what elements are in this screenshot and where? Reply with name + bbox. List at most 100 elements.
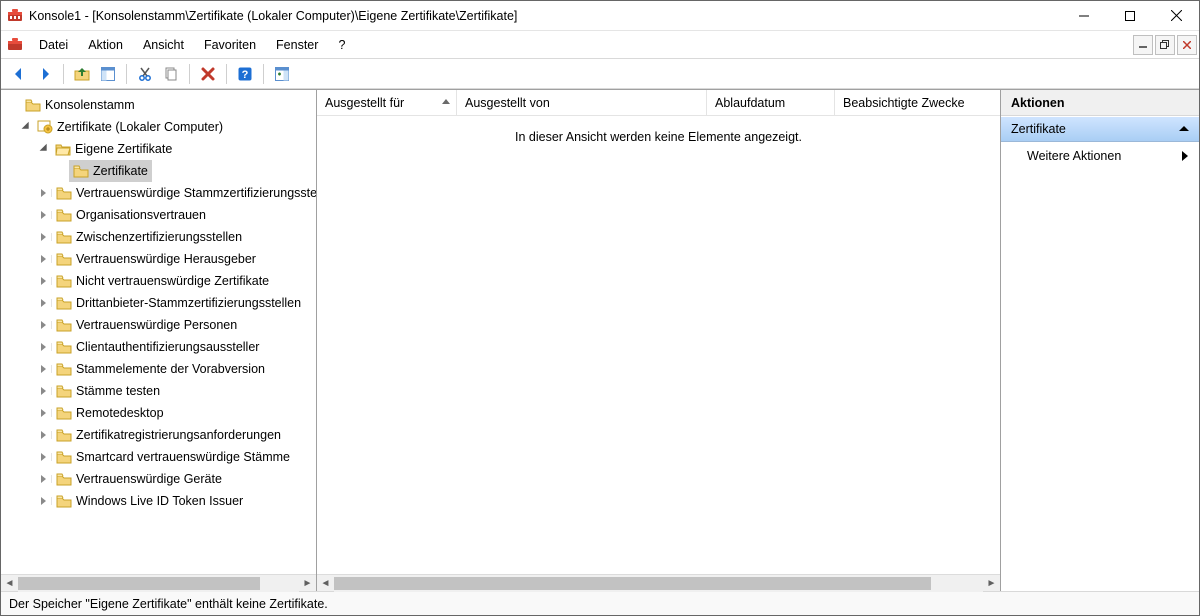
- tree-root-label: Konsolenstamm: [45, 94, 135, 116]
- tree-folder-node[interactable]: Remotedesktop: [52, 402, 168, 424]
- toolbar-separator: [263, 64, 264, 84]
- help-button[interactable]: ?: [233, 62, 257, 86]
- tree-twisty-collapsed[interactable]: [35, 299, 52, 307]
- delete-button[interactable]: [196, 62, 220, 86]
- tree-folder-label: Vertrauenswürdige Herausgeber: [76, 248, 256, 270]
- copy-button[interactable]: [159, 62, 183, 86]
- svg-text:?: ?: [242, 69, 249, 81]
- tree-twisty-collapsed[interactable]: [35, 321, 52, 329]
- maximize-button[interactable]: [1107, 1, 1153, 31]
- menu-help[interactable]: ?: [328, 34, 355, 56]
- tree-folder-node[interactable]: Smartcard vertrauenswürdige Stämme: [52, 446, 294, 468]
- show-hide-tree-button[interactable]: [96, 62, 120, 86]
- menu-favoriten[interactable]: Favoriten: [194, 34, 266, 56]
- list-body[interactable]: In dieser Ansicht werden keine Elemente …: [317, 116, 1000, 574]
- tree-twisty-collapsed[interactable]: [35, 365, 52, 373]
- tree-twisty-expanded[interactable]: [35, 144, 51, 154]
- tree-folder-label: Vertrauenswürdige Stammzertifizierungsst…: [76, 182, 316, 204]
- toolbar-separator: [226, 64, 227, 84]
- actions-more-label: Weitere Aktionen: [1027, 149, 1121, 163]
- menu-datei[interactable]: Datei: [29, 34, 78, 56]
- tree-h-scrollbar[interactable]: ◄ ►: [1, 574, 316, 591]
- mdi-controls: [1133, 31, 1199, 58]
- tree-folder-node[interactable]: Zwischenzertifizierungsstellen: [52, 226, 246, 248]
- scroll-left-icon[interactable]: ◄: [1, 575, 18, 592]
- actions-section[interactable]: Zertifikate: [1001, 116, 1199, 142]
- tree-twisty-collapsed[interactable]: [35, 277, 52, 285]
- tree-twisty-collapsed[interactable]: [35, 409, 52, 417]
- folder-icon: [56, 207, 72, 223]
- tree-folder-label: Zertifikatregistrierungsanforderungen: [76, 424, 281, 446]
- tree-twisty-collapsed[interactable]: [35, 343, 52, 351]
- tree-twisty-collapsed[interactable]: [35, 387, 52, 395]
- tree-folder-node[interactable]: Vertrauenswürdige Stammzertifizierungsst…: [52, 182, 316, 204]
- toolbar: ?: [1, 59, 1199, 89]
- tree-folder-node[interactable]: Stammelemente der Vorabversion: [52, 358, 269, 380]
- tree-folder-node[interactable]: Vertrauenswürdige Herausgeber: [52, 248, 260, 270]
- tree-folder-label: Drittanbieter-Stammzertifizierungsstelle…: [76, 292, 301, 314]
- tree-personal[interactable]: Eigene Zertifikate: [51, 138, 176, 160]
- back-button[interactable]: [7, 62, 31, 86]
- tree-root[interactable]: Konsolenstamm: [21, 94, 139, 116]
- tree-twisty-collapsed[interactable]: [35, 255, 52, 263]
- tree-folder-label: Remotedesktop: [76, 402, 164, 424]
- list-h-scrollbar[interactable]: ◄ ►: [317, 574, 1000, 591]
- tree-folder-label: Stammelemente der Vorabversion: [76, 358, 265, 380]
- column-headers: Ausgestellt für Ausgestellt von Ablaufda…: [317, 90, 1000, 116]
- actions-more-link[interactable]: Weitere Aktionen: [1001, 142, 1199, 170]
- col-issued-by[interactable]: Ausgestellt von: [457, 90, 707, 115]
- minimize-button[interactable]: [1061, 1, 1107, 31]
- actions-body: [1001, 170, 1199, 591]
- col-issued-to[interactable]: Ausgestellt für: [317, 90, 457, 115]
- col-purposes[interactable]: Beabsichtigte Zwecke: [835, 90, 1000, 115]
- tree-twisty-collapsed[interactable]: [35, 189, 52, 197]
- tree-folder-node[interactable]: Zertifikatregistrierungsanforderungen: [52, 424, 285, 446]
- tree-folder-node[interactable]: Clientauthentifizierungsaussteller: [52, 336, 263, 358]
- tree-folder-label: Nicht vertrauenswürdige Zertifikate: [76, 270, 269, 292]
- tree-folder-node[interactable]: Vertrauenswürdige Geräte: [52, 468, 226, 490]
- tree-folder-node[interactable]: Nicht vertrauenswürdige Zertifikate: [52, 270, 273, 292]
- folder-icon: [56, 185, 72, 201]
- tree-twisty-collapsed[interactable]: [35, 211, 52, 219]
- tree-folder-node[interactable]: Organisationsvertrauen: [52, 204, 210, 226]
- menu-fenster[interactable]: Fenster: [266, 34, 328, 56]
- cut-button[interactable]: [133, 62, 157, 86]
- tree-folder-node[interactable]: Vertrauenswürdige Personen: [52, 314, 241, 336]
- action-pane-button[interactable]: [270, 62, 294, 86]
- col-expiration[interactable]: Ablaufdatum: [707, 90, 835, 115]
- tree-folder-label: Clientauthentifizierungsaussteller: [76, 336, 259, 358]
- close-button[interactable]: [1153, 1, 1199, 31]
- menu-ansicht[interactable]: Ansicht: [133, 34, 194, 56]
- tree-twisty-collapsed[interactable]: [35, 497, 52, 505]
- tree-twisty-collapsed[interactable]: [35, 475, 52, 483]
- collapse-up-icon: [1179, 124, 1189, 134]
- tree-folder-node[interactable]: Stämme testen: [52, 380, 164, 402]
- console-root-icon: [25, 97, 41, 113]
- tree-twisty-collapsed[interactable]: [35, 233, 52, 241]
- app-mmc-icon-small: [5, 31, 25, 58]
- tree-twisty-expanded[interactable]: [17, 122, 33, 132]
- tree-folder-node[interactable]: Drittanbieter-Stammzertifizierungsstelle…: [52, 292, 305, 314]
- forward-button[interactable]: [33, 62, 57, 86]
- scroll-right-icon[interactable]: ►: [983, 575, 1000, 592]
- tree-twisty-collapsed[interactable]: [35, 453, 52, 461]
- tree-twisty-collapsed[interactable]: [35, 431, 52, 439]
- menu-aktion[interactable]: Aktion: [78, 34, 133, 56]
- toolbar-separator: [63, 64, 64, 84]
- up-one-level-button[interactable]: [70, 62, 94, 86]
- titlebar: Konsole1 - [Konsolenstamm\Zertifikate (L…: [1, 1, 1199, 31]
- mdi-minimize-button[interactable]: [1133, 35, 1153, 55]
- mdi-restore-button[interactable]: [1155, 35, 1175, 55]
- mdi-close-button[interactable]: [1177, 35, 1197, 55]
- tree-folder-node[interactable]: Windows Live ID Token Issuer: [52, 490, 247, 512]
- tree-folder-label: Organisationsvertrauen: [76, 204, 206, 226]
- tree-snapin[interactable]: Zertifikate (Lokaler Computer): [33, 116, 227, 138]
- tree-body[interactable]: Konsolenstamm Zertifikate (Lokaler Compu…: [1, 90, 316, 574]
- scroll-left-icon[interactable]: ◄: [317, 575, 334, 592]
- folder-icon: [56, 295, 72, 311]
- scroll-right-icon[interactable]: ►: [299, 575, 316, 592]
- folder-icon: [73, 163, 89, 179]
- app-mmc-icon: [7, 8, 23, 24]
- tree-selected-node[interactable]: Zertifikate: [69, 160, 152, 182]
- folder-icon: [56, 449, 72, 465]
